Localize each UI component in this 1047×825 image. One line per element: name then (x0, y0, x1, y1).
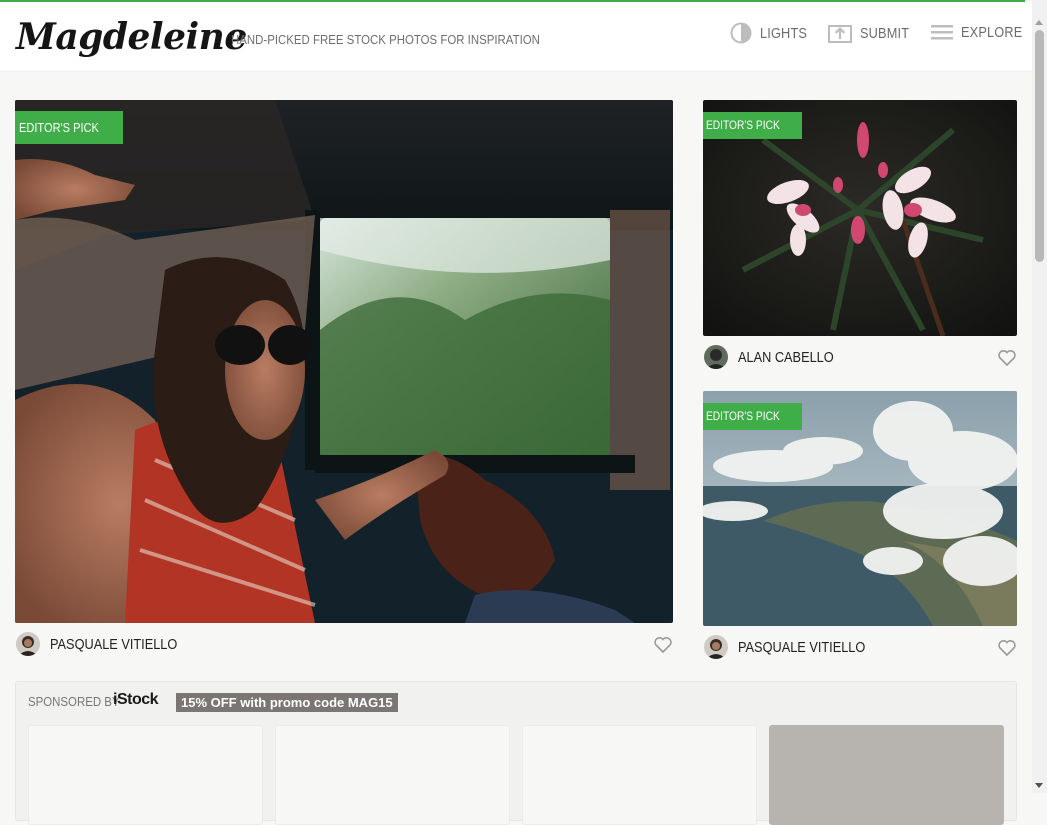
half-circle-icon (730, 22, 752, 44)
scroll-down-arrow[interactable] (1035, 783, 1043, 788)
sponsored-photo-tile[interactable] (28, 725, 263, 825)
nav-lights-label: LIGHTS (760, 24, 808, 42)
nav-explore-label: EXPLORE (961, 23, 1023, 41)
editors-pick-badge: EDITOR'S PICK (703, 112, 802, 139)
site-tagline: HAND-PICKED FREE STOCK PHOTOS FOR INSPIR… (231, 32, 540, 47)
photo-pink-flowers[interactable]: EDITOR'S PICK (703, 100, 1017, 336)
nav-submit-label: SUBMIT (860, 24, 910, 42)
scrollbar-thumb[interactable] (1035, 30, 1044, 262)
sponsored-section: SPONSORED BY iStock 15% OFF with promo c… (15, 681, 1017, 825)
photographer-avatar (704, 635, 728, 659)
page-scrollbar[interactable] (1032, 0, 1047, 793)
upload-icon (828, 25, 852, 43)
photographer-name: PASQUALE VITIELLO (738, 638, 866, 656)
nav-explore-button[interactable]: EXPLORE (931, 22, 1033, 42)
photo-credit[interactable]: PASQUALE VITIELLO (16, 632, 200, 656)
site-logo[interactable]: Magdeleine (16, 16, 247, 58)
promo-code-badge[interactable]: 15% OFF with promo code MAG15 (176, 693, 398, 712)
editors-pick-badge: EDITOR'S PICK (703, 403, 802, 430)
heart-icon[interactable] (654, 637, 672, 653)
sponsored-photo-tile[interactable] (769, 725, 1004, 825)
photographer-avatar (16, 632, 40, 656)
editors-pick-badge: EDITOR'S PICK (15, 111, 123, 144)
photographer-avatar (704, 345, 728, 369)
sponsored-photo-tile[interactable] (275, 725, 510, 825)
site-header: Magdeleine HAND-PICKED FREE STOCK PHOTOS… (0, 2, 1032, 72)
menu-icon (931, 25, 953, 40)
photo-woman-in-car[interactable]: EDITOR'S PICK (15, 100, 673, 623)
photographer-name: ALAN CABELLO (738, 348, 834, 366)
istock-logo[interactable]: iStock (113, 691, 159, 709)
nav-submit-button[interactable]: SUBMIT (828, 22, 918, 44)
sponsored-by-label: SPONSORED BY (28, 694, 120, 709)
photo-credit[interactable]: ALAN CABELLO (704, 345, 851, 369)
photo-coast-clouds[interactable]: EDITOR'S PICK (703, 391, 1017, 626)
photographer-name: PASQUALE VITIELLO (50, 635, 178, 653)
photo-credit[interactable]: PASQUALE VITIELLO (704, 635, 888, 659)
nav-lights-button[interactable]: LIGHTS (730, 22, 815, 44)
heart-icon[interactable] (998, 350, 1016, 366)
scroll-up-arrow[interactable] (1035, 20, 1043, 25)
photo-image (15, 100, 673, 623)
heart-icon[interactable] (998, 640, 1016, 656)
sponsored-photo-tile[interactable] (522, 725, 757, 825)
